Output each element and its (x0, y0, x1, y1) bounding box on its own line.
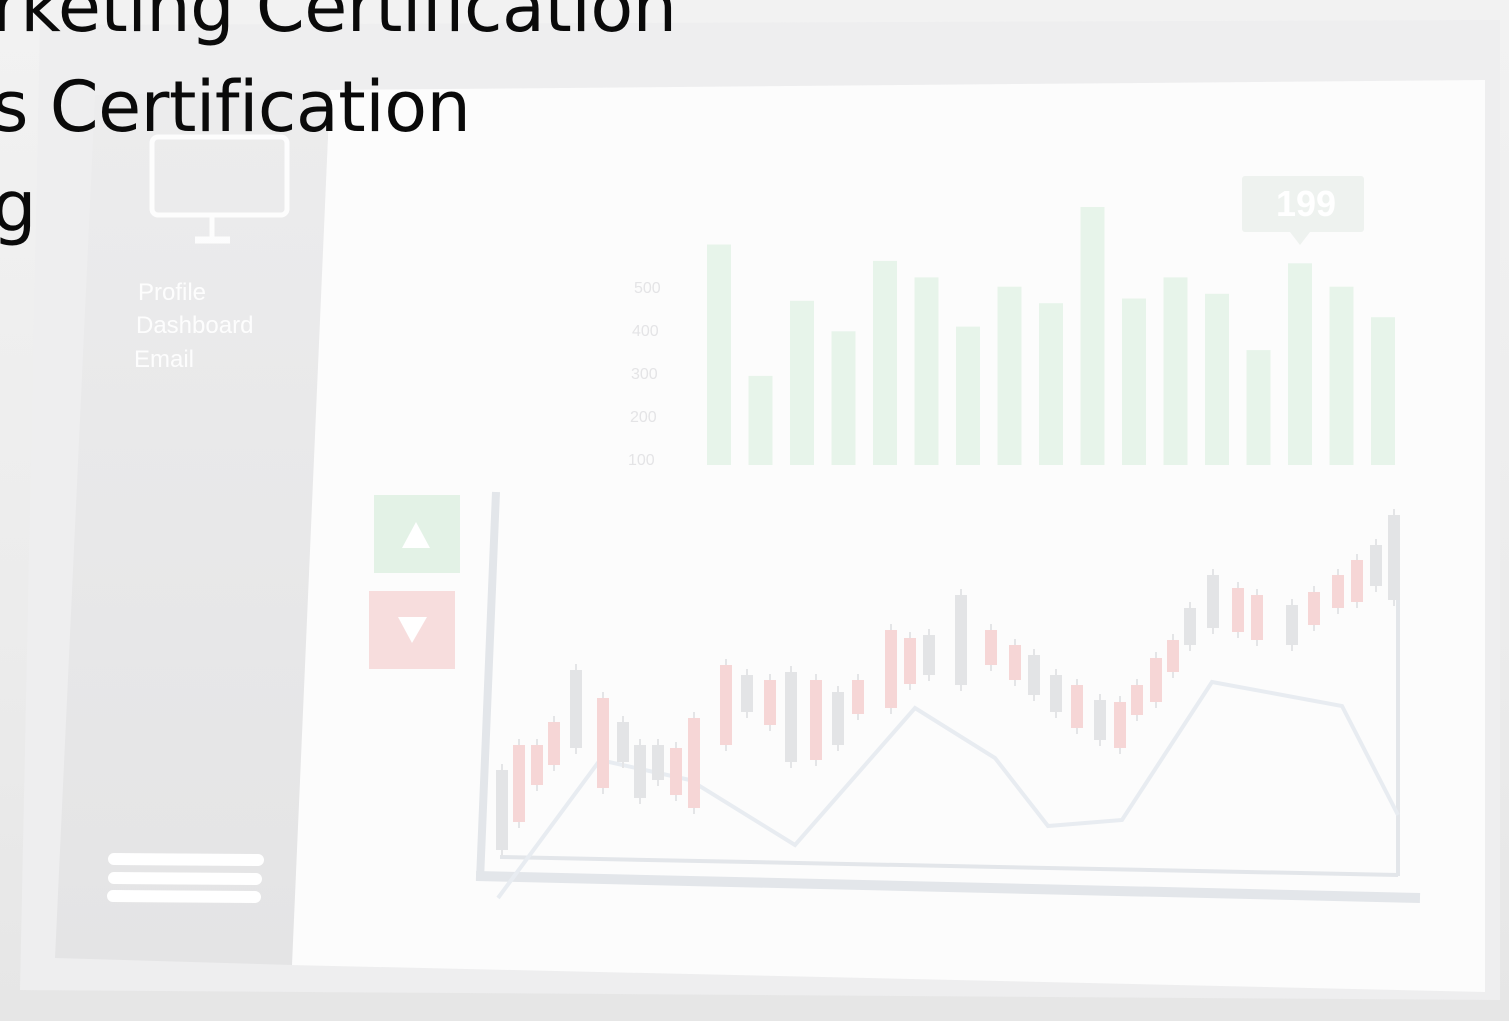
candle-body (810, 680, 822, 760)
candle-body (1184, 608, 1196, 645)
axis-tick-200: 200 (630, 409, 657, 426)
axis-tick-300: 300 (631, 366, 658, 383)
candle-body (634, 745, 646, 798)
menu-item-profile[interactable]: Profile (138, 279, 206, 306)
candle-body (1071, 685, 1083, 728)
candle-body (513, 745, 525, 822)
bar (1371, 317, 1395, 465)
heading-line-2: s Certification (0, 66, 471, 148)
candle-body (764, 680, 776, 725)
candle-body (720, 665, 732, 745)
background-dashboard-illustration: Profile Dashboard Email 500 400 300 200 … (20, 20, 1500, 1000)
candle-body (548, 722, 560, 765)
candle-body (1207, 575, 1219, 628)
candle-body (832, 692, 844, 745)
candle-body (1009, 645, 1021, 680)
bar (1205, 293, 1229, 465)
heading-line-3: g (0, 166, 36, 248)
menu-item-email[interactable]: Email (134, 346, 194, 373)
candle-body (531, 745, 543, 785)
candle-body (852, 680, 864, 714)
candle-body (1094, 700, 1106, 740)
candle-body (652, 745, 664, 780)
heading-line-1: rketing Certification (0, 0, 677, 48)
candle-body (1308, 592, 1320, 625)
candle-body (496, 770, 508, 850)
bar (1288, 263, 1312, 465)
candle-body (741, 675, 753, 712)
candle-body (923, 635, 935, 675)
bar (873, 260, 897, 465)
candle-body (570, 670, 582, 748)
bar (748, 375, 773, 465)
candle-body (1286, 605, 1298, 645)
candle-body (1388, 515, 1400, 600)
bar (914, 277, 939, 465)
candle-body (955, 595, 967, 685)
candle-body (985, 630, 997, 665)
candle-body (1131, 685, 1143, 715)
candle-body (1114, 702, 1126, 748)
bar (1122, 298, 1146, 465)
bar (1080, 207, 1105, 465)
candle-body (785, 672, 797, 762)
candle-body (885, 630, 897, 708)
bar (707, 244, 731, 465)
candle-body (1028, 655, 1040, 695)
candle-body (1332, 575, 1344, 608)
axis-tick-100: 100 (628, 452, 655, 469)
bar (1163, 277, 1188, 465)
bar (831, 331, 856, 465)
candle-body (1351, 560, 1363, 602)
hamburger-menu-icon[interactable] (107, 853, 264, 903)
candle-body (597, 698, 609, 788)
bar (1329, 286, 1354, 465)
bar (997, 286, 1022, 465)
menu-item-dashboard[interactable]: Dashboard (136, 312, 253, 339)
bar (956, 326, 980, 465)
candle-body (617, 722, 629, 762)
candle-body (1150, 658, 1162, 702)
candle-body (688, 718, 700, 808)
candle-body (1370, 545, 1382, 586)
callout-value: 199 (1276, 183, 1336, 224)
bar (1246, 350, 1271, 465)
dashboard-sidebar (55, 90, 330, 965)
candle-body (1050, 675, 1062, 712)
candle-body (670, 748, 682, 795)
candle-body (1251, 595, 1263, 640)
candle-body (904, 638, 916, 684)
axis-tick-500: 500 (634, 280, 661, 297)
axis-tick-400: 400 (632, 323, 659, 340)
bar (1039, 303, 1063, 465)
bar (790, 300, 814, 465)
candle-body (1232, 588, 1244, 632)
candle-body (1167, 640, 1179, 672)
